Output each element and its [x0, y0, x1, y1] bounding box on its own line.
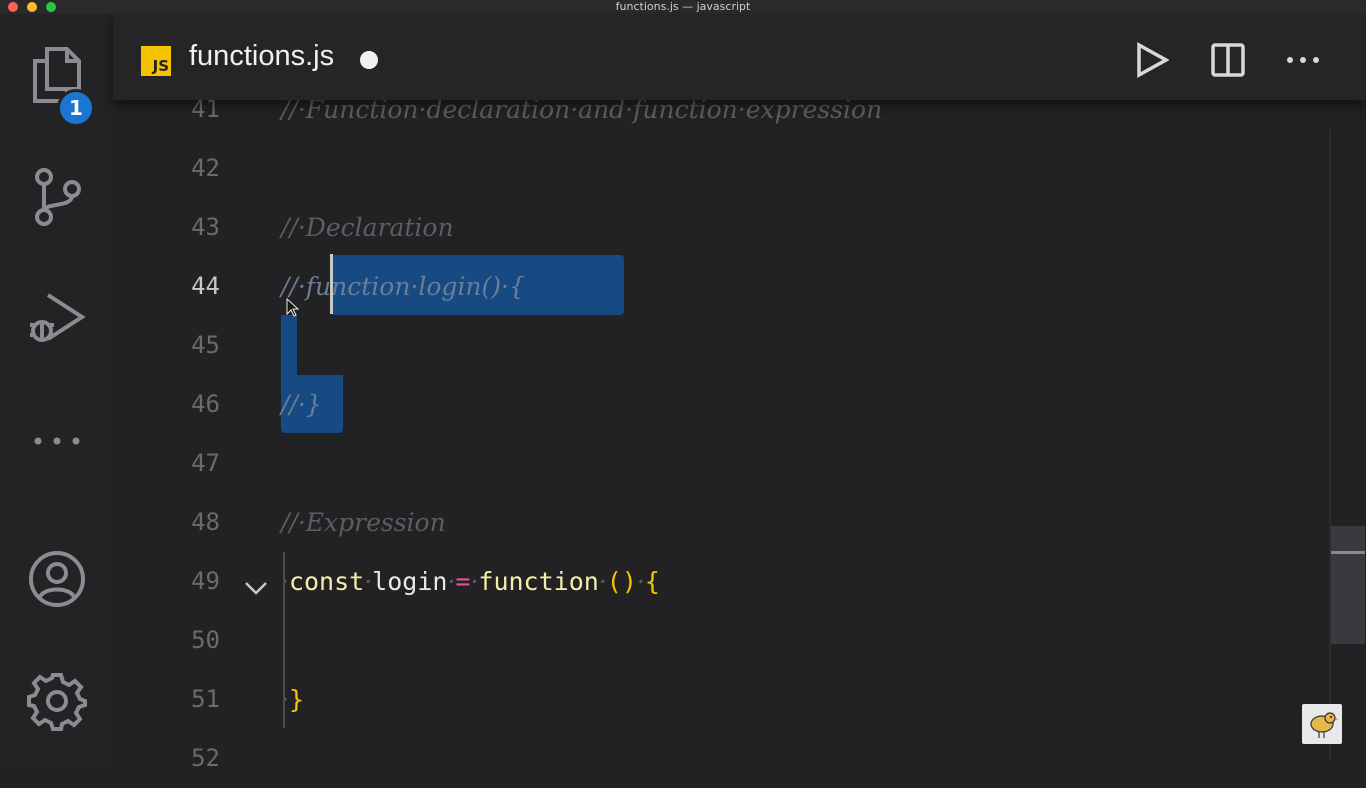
line-text: //·Expression — [281, 508, 446, 537]
line-number: 45 — [191, 331, 220, 359]
code-line: 50 — [113, 611, 1313, 670]
vertical-scrollbar-thumb[interactable] — [1331, 526, 1365, 644]
code-line: 52 — [113, 729, 1313, 788]
code-line: 45 — [113, 316, 1313, 375]
code-line: 51 ·} — [113, 670, 1313, 729]
identifier-login: login — [372, 567, 448, 596]
manage-button[interactable] — [26, 670, 88, 732]
line-number: 48 — [191, 508, 220, 536]
run-debug-icon — [30, 293, 86, 342]
operator-equals: = — [455, 567, 471, 596]
line-number: 50 — [191, 626, 220, 654]
indent-guide — [283, 552, 285, 728]
editor-tab-bar: JS functions.js — [113, 14, 1366, 100]
ellipsis-icon — [34, 437, 80, 445]
code-line: 42 — [113, 139, 1313, 198]
editor-more-actions-button[interactable] — [1279, 36, 1327, 84]
code-line: 47 — [113, 434, 1313, 493]
maximize-window-button[interactable] — [46, 2, 56, 12]
whitespace-dot: · — [636, 567, 645, 596]
code-line: 46 //·} — [113, 375, 1313, 434]
explorer-badge: 1 — [57, 89, 95, 127]
minimize-window-button[interactable] — [27, 2, 37, 12]
code-editor[interactable]: 41 //·Function·declaration·and·function·… — [113, 95, 1366, 772]
title-bar: functions.js — javascript — [0, 0, 1366, 14]
line-number: 49 — [191, 567, 220, 595]
mouse-pointer-icon — [286, 298, 300, 317]
scrollbar-cursor-marker — [1331, 551, 1365, 554]
editor-tab-filename[interactable]: functions.js — [189, 40, 334, 73]
line-number: 42 — [191, 154, 220, 182]
source-control-button[interactable] — [26, 166, 88, 228]
line-number: 44 — [191, 272, 220, 300]
close-brace: } — [288, 685, 305, 714]
split-editor-button[interactable] — [1204, 36, 1252, 84]
whitespace-dot: · — [364, 567, 373, 596]
keyword-function: function — [478, 567, 599, 596]
javascript-file-icon: JS — [141, 46, 171, 76]
parentheses: () — [606, 567, 637, 596]
text-cursor — [330, 254, 333, 314]
keyword-const: const — [288, 567, 365, 596]
activity-bar: 1 — [0, 14, 113, 768]
line-number: 47 — [191, 449, 220, 477]
overview-ruler — [1329, 130, 1331, 760]
gear-icon — [27, 673, 87, 731]
more-views-button[interactable] — [26, 410, 88, 472]
play-icon — [1137, 42, 1169, 78]
bird-watermark-icon — [1302, 704, 1342, 744]
open-brace: { — [644, 567, 660, 596]
line-number: 51 — [191, 685, 220, 713]
run-file-button[interactable] — [1128, 36, 1176, 84]
line-text: ·const·login·=·function·()·{ — [281, 552, 660, 611]
code-line: 48 //·Expression — [113, 493, 1313, 552]
line-number: 43 — [191, 213, 220, 241]
line-text: //·function·login()·{ — [281, 272, 525, 301]
run-debug-button[interactable] — [26, 287, 88, 349]
line-text: //·Declaration — [281, 213, 454, 242]
split-editor-icon — [1211, 43, 1245, 77]
source-control-icon — [35, 168, 81, 226]
whitespace-dot: · — [598, 567, 607, 596]
line-number: 52 — [191, 744, 220, 772]
ellipsis-icon — [1287, 57, 1319, 63]
window-title: functions.js — javascript — [615, 0, 751, 13]
code-line: 49 ·const·login·=·function·()·{ — [113, 552, 1313, 611]
line-text: //·} — [281, 390, 322, 419]
account-icon — [29, 551, 85, 607]
fold-chevron-down-icon[interactable] — [243, 575, 269, 601]
unsaved-dot-icon[interactable] — [360, 51, 378, 69]
line-number: 46 — [191, 390, 220, 418]
accounts-button[interactable] — [26, 548, 88, 610]
code-line: 43 //·Declaration — [113, 198, 1313, 257]
close-window-button[interactable] — [8, 2, 18, 12]
